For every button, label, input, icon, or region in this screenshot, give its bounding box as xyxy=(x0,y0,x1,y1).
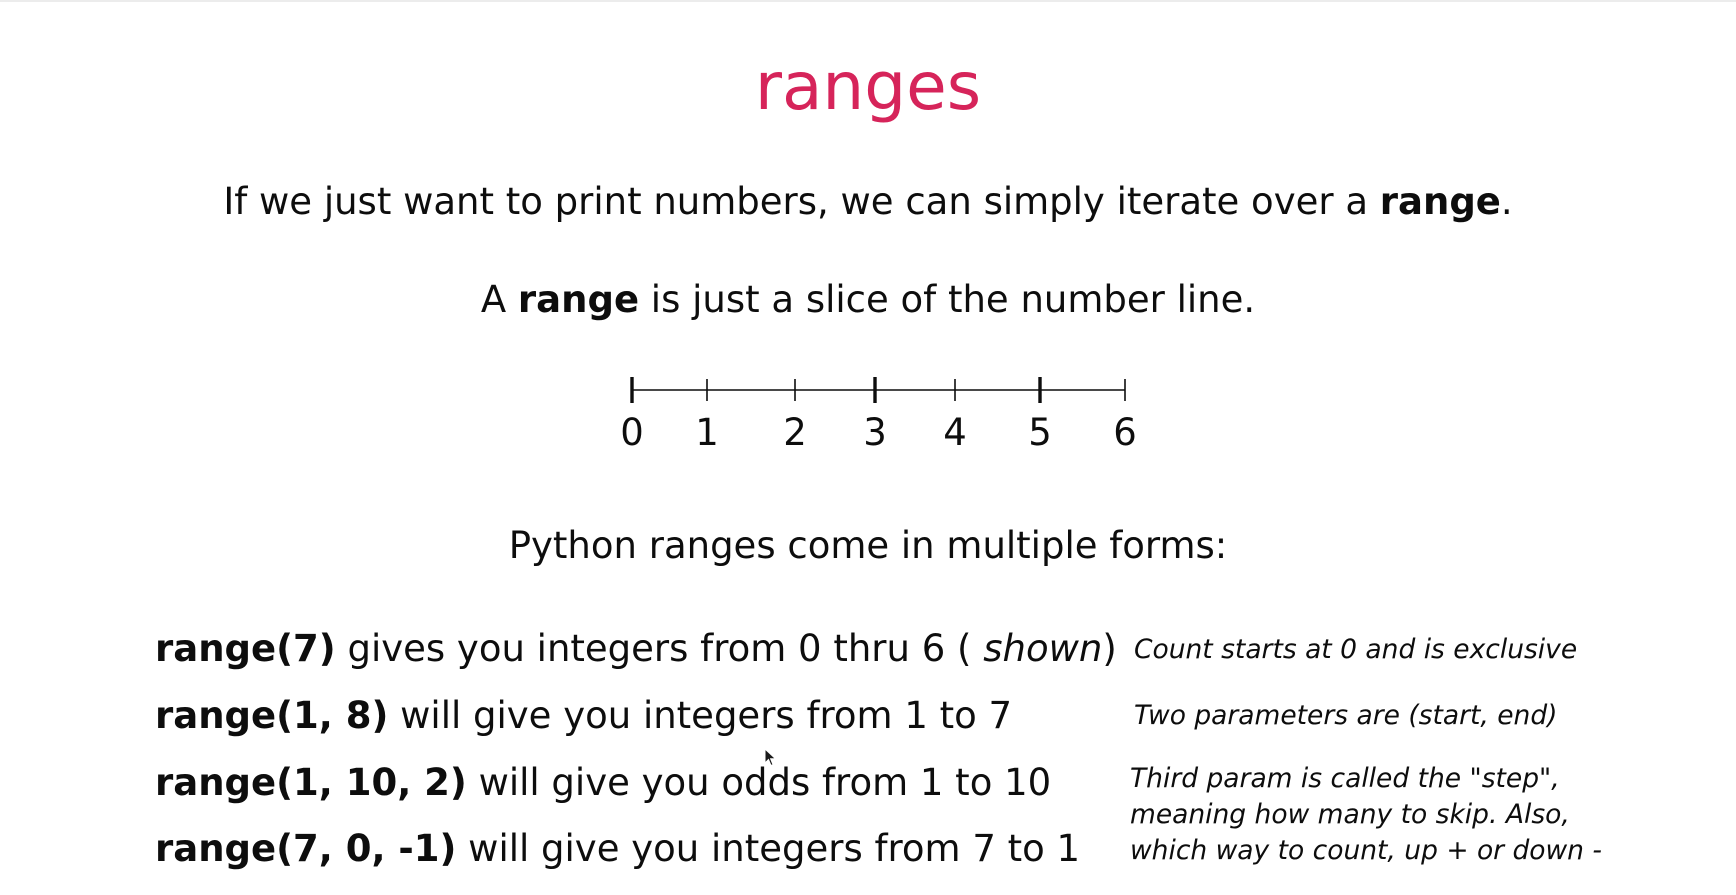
intro-text-before: If we just want to print numbers, we can… xyxy=(223,180,1380,223)
range-form-code: range(7, 0, -1) xyxy=(155,827,457,870)
range-form-description-end: ) xyxy=(1102,627,1117,670)
number-line-label-2: 2 xyxy=(783,411,807,454)
intro-sentence: If we just want to print numbers, we can… xyxy=(0,176,1736,228)
range-form-description: will give you integers from 1 to 7 xyxy=(388,694,1013,737)
number-line-label-5: 5 xyxy=(1028,411,1052,454)
number-line-diagram: 0 1 2 3 4 5 6 xyxy=(600,365,1160,465)
note-step-line-3: which way to count, up + or down - xyxy=(1130,835,1602,866)
definition-sentence: A range is just a slice of the number li… xyxy=(0,274,1736,326)
range-form-description: gives you integers from 0 thru 6 ( xyxy=(335,627,984,670)
range-form-row-3: range(1, 10, 2) will give you odds from … xyxy=(155,758,1051,808)
note-step-line-2: meaning how many to skip. Also, xyxy=(1130,799,1570,830)
note-count-starts: Count starts at 0 and is exclusive xyxy=(1134,634,1578,665)
definition-text-before: A xyxy=(480,278,518,321)
note-step-line-1: Third param is called the "step", xyxy=(1130,763,1560,794)
range-form-description: will give you odds from 1 to 10 xyxy=(466,761,1052,804)
range-form-row-1: range(7) gives you integers from 0 thru … xyxy=(155,624,1117,674)
mouse-pointer-icon xyxy=(764,747,778,768)
slide-title: ranges xyxy=(754,48,982,125)
range-form-row-4: range(7, 0, -1) will give you integers f… xyxy=(155,824,1080,874)
intro-text-after: . xyxy=(1500,180,1513,223)
number-line-label-1: 1 xyxy=(695,411,719,454)
note-step-parameter: Third param is called the "step", meanin… xyxy=(1130,761,1602,869)
range-form-code: range(7) xyxy=(155,627,336,670)
range-form-code: range(1, 10, 2) xyxy=(155,761,467,804)
definition-text-after: is just a slice of the number line. xyxy=(639,278,1256,321)
forms-heading: Python ranges come in multiple forms: xyxy=(508,524,1228,567)
range-form-emphasis: shown xyxy=(983,627,1103,670)
range-form-description: will give you integers from 7 to 1 xyxy=(456,827,1081,870)
number-line-label-4: 4 xyxy=(943,411,967,454)
range-form-code: range(1, 8) xyxy=(155,694,389,737)
number-line-label-3: 3 xyxy=(863,411,887,454)
number-line-svg: 0 1 2 3 4 5 6 xyxy=(620,377,1137,454)
number-line-label-6: 6 xyxy=(1113,411,1137,454)
intro-keyword-range: range xyxy=(1379,180,1501,223)
top-border xyxy=(0,0,1736,2)
note-two-parameters: Two parameters are (start, end) xyxy=(1134,700,1558,731)
definition-keyword-range: range xyxy=(517,278,640,321)
number-line-label-0: 0 xyxy=(620,411,644,454)
range-form-row-2: range(1, 8) will give you integers from … xyxy=(155,691,1012,741)
